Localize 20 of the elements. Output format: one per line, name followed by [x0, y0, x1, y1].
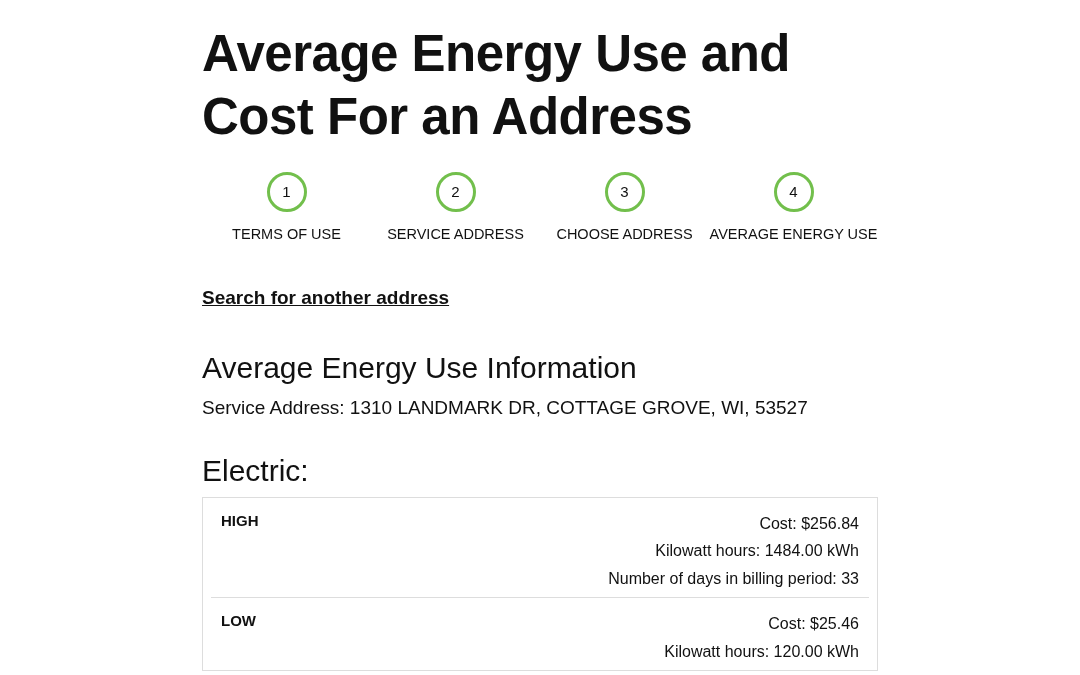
- step-number-circle: 4: [773, 172, 814, 212]
- step-number-circle: 3: [604, 172, 645, 212]
- usage-detail-text: Kilowatt hours: 1484.00 kWh: [654, 541, 859, 562]
- usage-detail-text: Cost: $256.84: [758, 513, 859, 534]
- electric-heading: Electric:: [202, 452, 310, 489]
- step-label: CHOOSE ADDRESS: [556, 225, 693, 244]
- section-heading: Average Energy Use Information: [202, 350, 638, 387]
- usage-detail-text: Cost: $25.46: [767, 614, 859, 635]
- step-label: SERVICE ADDRESS: [387, 225, 524, 244]
- page-title: Average Energy Use and Cost For an Address: [202, 24, 792, 147]
- step-number-circle: 2: [435, 172, 476, 212]
- service-address-text: Service Address: 1310 LANDMARK DR, COTTAGE GROVE, WI, 53527: [202, 396, 809, 421]
- usage-level-label: LOW: [221, 611, 256, 632]
- step-number-circle: 1: [266, 172, 307, 212]
- step-label: TERMS OF USE: [232, 225, 341, 244]
- usage-level-label: HIGH: [221, 510, 259, 531]
- usage-detail-text: Number of days in billing period: 33: [608, 568, 859, 589]
- search-another-address-link[interactable]: Search for another address: [202, 283, 450, 313]
- step-label: AVERAGE ENERGY USE: [709, 225, 878, 244]
- usage-detail-text: Kilowatt hours: 120.00 kWh: [664, 641, 859, 662]
